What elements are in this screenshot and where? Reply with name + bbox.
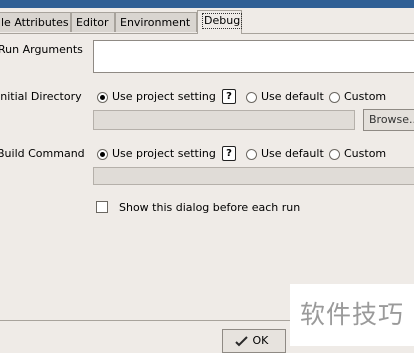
tab-debug-label: Debug [202, 13, 243, 29]
help-icon[interactable]: ? [222, 146, 236, 161]
help-icon[interactable]: ? [222, 89, 236, 104]
initial-directory-project-radio[interactable] [97, 92, 108, 103]
initial-directory-path-field [93, 110, 355, 130]
window-titlebar [0, 0, 414, 8]
tab-environment[interactable]: Environment [115, 12, 197, 32]
initial-directory-custom-radio[interactable] [329, 92, 340, 103]
run-arguments-label: Run Arguments [0, 43, 83, 56]
tab-environment-label: Environment [120, 16, 191, 29]
initial-directory-project-label: Use project setting [112, 90, 216, 103]
tab-debug[interactable]: Debug [197, 10, 243, 34]
build-command-field [93, 167, 414, 185]
build-command-project-radio[interactable] [97, 149, 108, 160]
build-command-default-radio[interactable] [246, 149, 257, 160]
show-dialog-checkbox[interactable] [96, 201, 108, 213]
show-dialog-label: Show this dialog before each run [119, 201, 301, 214]
watermark: 软件技巧 [290, 284, 414, 346]
tab-editor[interactable]: Editor [71, 12, 115, 32]
build-command-label: Build Command [0, 147, 85, 160]
ok-button-label: OK [252, 334, 269, 347]
build-command-default-label: Use default [261, 147, 324, 160]
browse-button: Browse... [363, 109, 414, 131]
build-command-custom-radio[interactable] [329, 149, 340, 160]
ok-button[interactable]: OK [222, 329, 286, 353]
build-command-project-label: Use project setting [112, 147, 216, 160]
build-command-custom-label: Custom [344, 147, 387, 160]
ok-hand-icon [235, 336, 248, 347]
tab-bar: le Attributes Editor Environment Debug [0, 8, 414, 34]
initial-directory-default-label: Use default [261, 90, 324, 103]
tab-file-attributes-label: le Attributes [1, 16, 69, 29]
tab-file-attributes[interactable]: le Attributes [0, 12, 71, 32]
initial-directory-label: Initial Directory [0, 90, 82, 103]
tab-editor-label: Editor [76, 16, 109, 29]
initial-directory-default-radio[interactable] [246, 92, 257, 103]
run-arguments-input[interactable] [93, 40, 414, 73]
initial-directory-custom-label: Custom [344, 90, 387, 103]
